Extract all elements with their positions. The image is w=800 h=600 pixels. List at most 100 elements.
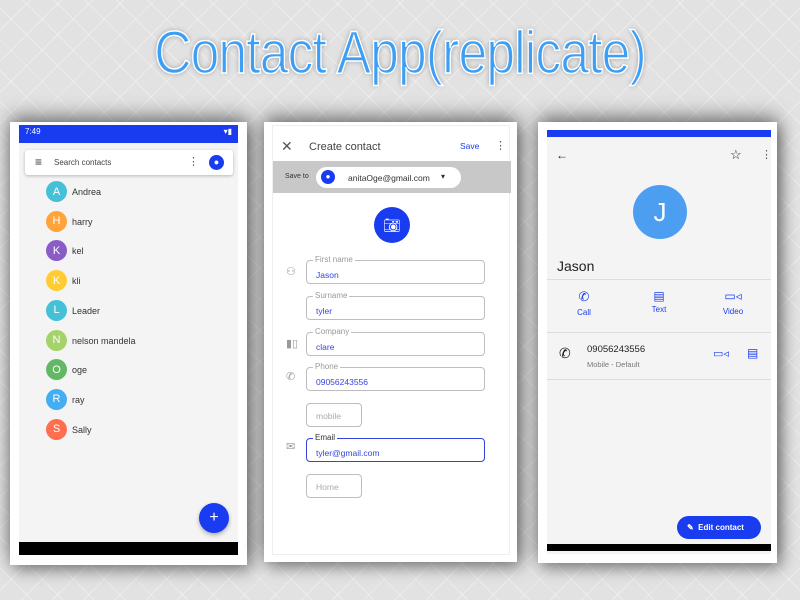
divider <box>547 279 771 280</box>
status-bar <box>547 130 771 137</box>
menu-icon[interactable]: ≡ <box>35 155 42 169</box>
contact-avatar: H <box>46 210 67 232</box>
contact-avatar: O <box>46 359 67 381</box>
text-button[interactable]: ▤ Text <box>639 289 679 314</box>
phone-type: Mobile - Default <box>587 360 640 369</box>
surname-field[interactable]: Surname tyler <box>306 291 485 320</box>
video-label: Video <box>722 307 744 316</box>
contact-name: Andrea <box>72 187 102 197</box>
video-button[interactable]: ▭◃ Video <box>713 289 753 316</box>
edit-contact-label: Edit contact <box>698 523 744 532</box>
contact-name: nelson mandela <box>72 335 136 346</box>
phone-number[interactable]: 09056243556 <box>587 344 645 355</box>
contact-name: oge <box>72 365 88 376</box>
search-bar[interactable]: ≡ Search contacts ⋮ ● <box>25 150 233 175</box>
account-icon[interactable]: ● <box>209 155 224 170</box>
phone-label: Phone <box>313 362 341 371</box>
contact-name: kel <box>72 246 84 257</box>
search-input[interactable]: Search contacts <box>54 158 111 167</box>
contact-avatar: N <box>46 329 67 351</box>
surname-label: Surname <box>313 291 350 300</box>
more-options-icon[interactable]: ⋮ <box>761 148 771 161</box>
account-selector[interactable]: ● anitaOge@gmail.com ▾ <box>316 167 461 188</box>
chevron-down-icon: ▾ <box>441 172 446 181</box>
contact-avatar: L <box>46 299 67 321</box>
text-label: Text <box>651 305 667 314</box>
contact-list-item[interactable]: Hharry <box>46 210 226 233</box>
star-icon[interactable]: ☆ <box>730 147 742 163</box>
contact-name: Jason <box>557 258 595 274</box>
status-time: 7:49 <box>25 127 41 136</box>
contact-list-item[interactable]: L Leader <box>46 299 226 322</box>
phone-icon: ✆ <box>578 289 590 304</box>
camera-icon: 📷︎ <box>383 217 401 233</box>
company-field[interactable]: Company clare <box>306 327 485 356</box>
pencil-icon: ✎ <box>687 523 694 532</box>
phone-field[interactable]: Phone 09056243556 <box>306 362 485 391</box>
email-field[interactable]: Email tyler@gmail.com <box>306 433 485 462</box>
contact-name: ray <box>72 394 85 405</box>
contact-avatar: R <box>46 388 67 410</box>
divider <box>547 379 771 380</box>
first-name-field[interactable]: First name Jason <box>306 255 485 284</box>
account-email: anitaOge@gmail.com <box>348 173 430 183</box>
surname-value: tyler <box>316 306 333 316</box>
contact-name: Leader <box>72 305 101 316</box>
create-contact-phone: ✕ Create contact Save ⋮ Save to ● anitaO… <box>264 122 517 562</box>
contact-avatar: A <box>46 181 67 202</box>
phone-value: 09056243556 <box>316 377 369 387</box>
back-arrow-icon[interactable]: ← <box>556 148 568 162</box>
contact-list-item[interactable]: Kkel <box>46 240 226 262</box>
contact-list-item[interactable]: Ooge <box>46 359 226 381</box>
save-button[interactable]: Save <box>460 141 479 151</box>
contact-list-screen: 7:49 ▾▮ ≡ Search contacts ⋮ ● A Andrea Hha… <box>19 125 238 555</box>
create-contact-screen: ✕ Create contact Save ⋮ Save to ● anitaO… <box>272 125 511 555</box>
contact-avatar: J <box>633 185 687 239</box>
company-value: clare <box>316 342 335 352</box>
email-type-select[interactable]: Home <box>306 474 362 498</box>
phone-type-value: mobile <box>316 411 342 421</box>
more-options-icon[interactable]: ⋮ <box>188 155 199 168</box>
contact-list-item[interactable]: Kkli <box>46 270 226 292</box>
contact-name: harry <box>72 216 93 227</box>
message-icon: ▤ <box>653 289 665 303</box>
account-icon: ● <box>321 170 335 184</box>
edit-contact-button[interactable]: ✎ Edit contact <box>677 516 761 539</box>
message-icon[interactable]: ▤ <box>747 346 758 360</box>
first-name-value: Jason <box>316 270 339 280</box>
person-icon: ⚇ <box>286 266 296 278</box>
close-icon[interactable]: ✕ <box>281 138 293 155</box>
contact-name: Sally <box>72 424 92 435</box>
phone-type-select[interactable]: mobile <box>306 403 362 427</box>
email-icon: ✉ <box>286 441 296 453</box>
contact-avatar: K <box>46 240 67 262</box>
add-contact-button[interactable]: + <box>199 503 229 533</box>
contact-list-phone: 7:49 ▾▮ ≡ Search contacts ⋮ ● A Andrea Hha… <box>10 122 247 565</box>
contact-detail-phone: ← ☆ ⋮ J Jason ✆ Call ▤ Text ▭◃ Video ✆ 0905… <box>538 122 777 563</box>
save-to-bar: Save to ● anitaOge@gmail.com ▾ <box>273 161 511 193</box>
contact-list-item[interactable]: Rray <box>46 388 226 411</box>
more-options-icon[interactable]: ⋮ <box>495 139 506 152</box>
save-to-label: Save to <box>285 173 309 180</box>
contact-avatar: S <box>46 418 67 440</box>
video-icon: ▭◃ <box>724 289 742 303</box>
status-bar: 7:49 ▾▮ <box>19 125 238 143</box>
page-title: Create contact <box>309 141 381 153</box>
company-label: Company <box>313 327 352 336</box>
contact-list-item[interactable]: A Andrea <box>46 181 226 203</box>
video-call-icon[interactable]: ▭◃ <box>713 347 729 360</box>
contact-name: kli <box>72 276 81 287</box>
contact-list-item[interactable]: S Sally <box>46 418 226 441</box>
contact-detail-screen: ← ☆ ⋮ J Jason ✆ Call ▤ Text ▭◃ Video ✆ 0905… <box>547 130 771 554</box>
contact-list-item[interactable]: Nnelson mandela <box>46 329 226 352</box>
email-value: tyler@gmail.com <box>316 448 380 458</box>
email-label: Email <box>313 433 338 442</box>
call-label: Call <box>577 308 591 317</box>
call-button[interactable]: ✆ Call <box>564 289 604 317</box>
slide-title: Contact App(replicate) <box>154 18 648 87</box>
navigation-bar <box>547 544 771 551</box>
email-type-value: Home <box>316 482 339 492</box>
divider <box>547 332 771 333</box>
add-photo-button[interactable]: 📷︎ <box>374 207 410 243</box>
battery-icon: ▾▮ <box>223 127 232 136</box>
